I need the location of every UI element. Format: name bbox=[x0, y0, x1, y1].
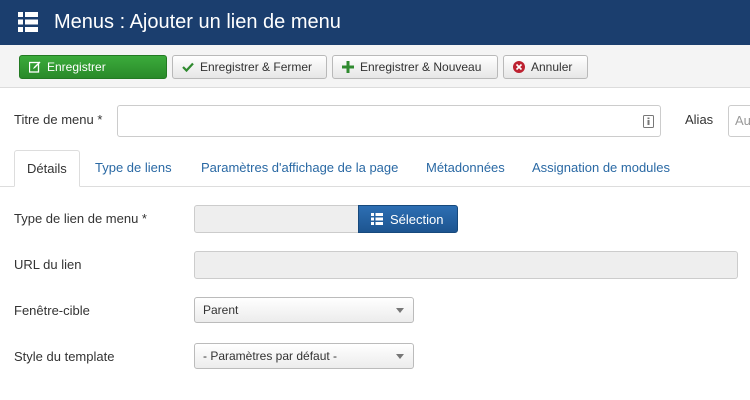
template-style-label: Style du template bbox=[14, 349, 115, 364]
tab-link-type[interactable]: Type de liens bbox=[83, 150, 184, 187]
link-url-label: URL du lien bbox=[14, 257, 82, 272]
tab-bar: Détails Type de liens Paramètres d'affic… bbox=[0, 150, 750, 187]
alias-input[interactable]: Au bbox=[728, 105, 750, 137]
field-info-icon bbox=[643, 115, 654, 128]
save-button-label: Enregistrer bbox=[47, 60, 106, 74]
page-title: Menus : Ajouter un lien de menu bbox=[54, 11, 341, 33]
tab-page-display[interactable]: Paramètres d'affichage de la page bbox=[189, 150, 410, 187]
link-url-field bbox=[194, 251, 738, 279]
alias-label: Alias bbox=[685, 112, 714, 127]
target-window-label: Fenêtre-cible bbox=[14, 303, 90, 318]
save-new-button-label: Enregistrer & Nouveau bbox=[360, 60, 482, 74]
menu-list-icon bbox=[18, 12, 38, 32]
list-icon bbox=[371, 213, 383, 225]
tab-module-assignment[interactable]: Assignation de modules bbox=[520, 150, 682, 187]
dropdown-arrow-icon bbox=[396, 308, 404, 313]
page-header: Menus : Ajouter un lien de menu bbox=[0, 0, 750, 45]
template-style-select[interactable]: - Paramètres par défaut - bbox=[194, 343, 414, 369]
template-style-value: - Paramètres par défaut - bbox=[203, 349, 338, 363]
edit-icon bbox=[29, 61, 41, 73]
target-window-value: Parent bbox=[203, 303, 239, 317]
cancel-button[interactable]: Annuler bbox=[503, 55, 588, 79]
selection-button[interactable]: Sélection bbox=[358, 205, 458, 233]
plus-icon bbox=[342, 61, 354, 73]
cancel-button-label: Annuler bbox=[531, 60, 573, 74]
save-new-button[interactable]: Enregistrer & Nouveau bbox=[332, 55, 498, 79]
menu-title-input[interactable] bbox=[117, 105, 661, 137]
save-button[interactable]: Enregistrer bbox=[19, 55, 167, 79]
selection-button-label: Sélection bbox=[390, 211, 444, 227]
checkmark-icon bbox=[182, 62, 194, 73]
target-window-select[interactable]: Parent bbox=[194, 297, 414, 323]
tab-metadata[interactable]: Métadonnées bbox=[414, 150, 517, 187]
tab-details[interactable]: Détails bbox=[14, 150, 80, 187]
menu-type-field bbox=[194, 205, 359, 233]
cancel-circle-icon bbox=[513, 61, 525, 73]
save-close-button[interactable]: Enregistrer & Fermer bbox=[172, 55, 327, 79]
menu-type-label: Type de lien de menu * bbox=[14, 211, 147, 226]
dropdown-arrow-icon bbox=[396, 354, 404, 359]
menu-title-label: Titre de menu * bbox=[14, 112, 103, 127]
save-close-button-label: Enregistrer & Fermer bbox=[200, 60, 313, 74]
toolbar: Enregistrer Enregistrer & Fermer Enregis… bbox=[0, 45, 750, 88]
